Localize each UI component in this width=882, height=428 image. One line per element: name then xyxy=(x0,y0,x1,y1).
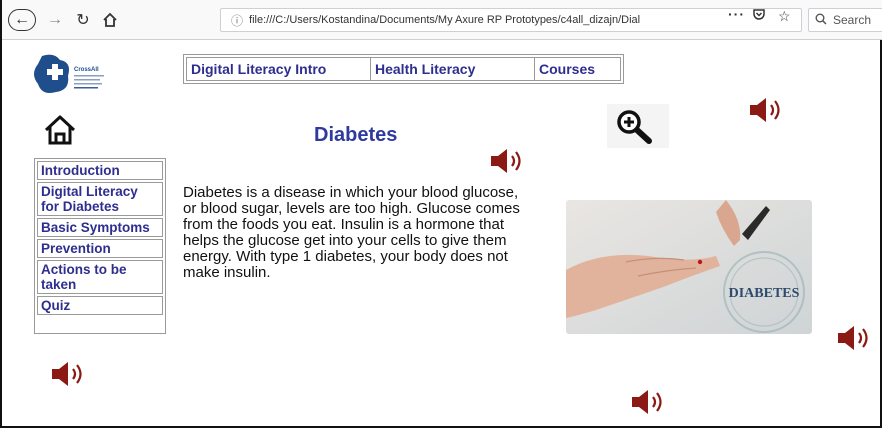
browser-home-button[interactable] xyxy=(100,9,120,31)
bookmark-star-icon[interactable]: ☆ xyxy=(778,8,791,25)
reload-button[interactable]: ↻ xyxy=(74,9,92,31)
side-item-digital-literacy-for-diabetes[interactable]: Digital Literacy for Diabetes xyxy=(37,182,163,216)
browser-toolbar: ← → ↻ ⓘ file:///C:/Users/Kostandina/Docu… xyxy=(2,0,882,40)
speaker-icon[interactable] xyxy=(50,360,88,388)
speaker-icon[interactable] xyxy=(489,147,527,175)
topnav-courses[interactable]: Courses xyxy=(535,58,620,80)
speaker-icon[interactable] xyxy=(836,324,874,352)
side-item-basic-symptoms[interactable]: Basic Symptoms xyxy=(37,218,163,237)
photo-caption: DIABETES xyxy=(729,286,800,301)
search-icon xyxy=(815,13,827,28)
url-text: file:///C:/Users/Kostandina/Documents/My… xyxy=(249,14,641,26)
search-box[interactable]: Search xyxy=(808,8,882,32)
zoom-in-icon[interactable] xyxy=(607,104,669,148)
side-item-quiz[interactable]: Quiz xyxy=(37,296,163,315)
arrow-left-icon: ← xyxy=(14,11,30,28)
top-navigation: Digital Literacy Intro Health Literacy C… xyxy=(183,54,624,84)
topnav-health-literacy[interactable]: Health Literacy xyxy=(371,58,535,80)
reload-icon: ↻ xyxy=(76,12,90,29)
side-item-actions-to-be-taken[interactable]: Actions to be taken xyxy=(37,260,163,294)
site-logo[interactable]: CrossAll xyxy=(32,52,132,96)
side-item-introduction[interactable]: Introduction xyxy=(37,161,163,180)
home-icon xyxy=(103,12,117,27)
browser-window: ← → ↻ ⓘ file:///C:/Users/Kostandina/Docu… xyxy=(0,0,882,428)
info-icon[interactable]: ⓘ xyxy=(231,12,243,29)
forward-button[interactable]: → xyxy=(46,9,64,31)
speaker-icon[interactable] xyxy=(748,96,786,124)
arrow-right-icon: → xyxy=(47,11,63,28)
speaker-icon[interactable] xyxy=(630,388,668,416)
topnav-digital-literacy-intro[interactable]: Digital Literacy Intro xyxy=(187,58,371,80)
pocket-icon[interactable] xyxy=(752,8,766,25)
article-body: Diabetes is a disease in which your bloo… xyxy=(183,184,520,281)
side-menu: Introduction Digital Literacy for Diabet… xyxy=(34,158,166,334)
side-item-prevention[interactable]: Prevention xyxy=(37,239,163,258)
diabetes-photo: DIABETES xyxy=(566,200,812,334)
page-actions-button[interactable]: ··· xyxy=(728,6,745,22)
home-icon[interactable] xyxy=(42,112,78,148)
logo-brand-text: CrossAll xyxy=(74,67,99,73)
search-placeholder: Search xyxy=(833,13,872,27)
back-button[interactable]: ← xyxy=(8,9,36,31)
url-bar[interactable]: ⓘ file:///C:/Users/Kostandina/Documents/… xyxy=(220,8,802,32)
page-title: Diabetes xyxy=(314,124,398,146)
